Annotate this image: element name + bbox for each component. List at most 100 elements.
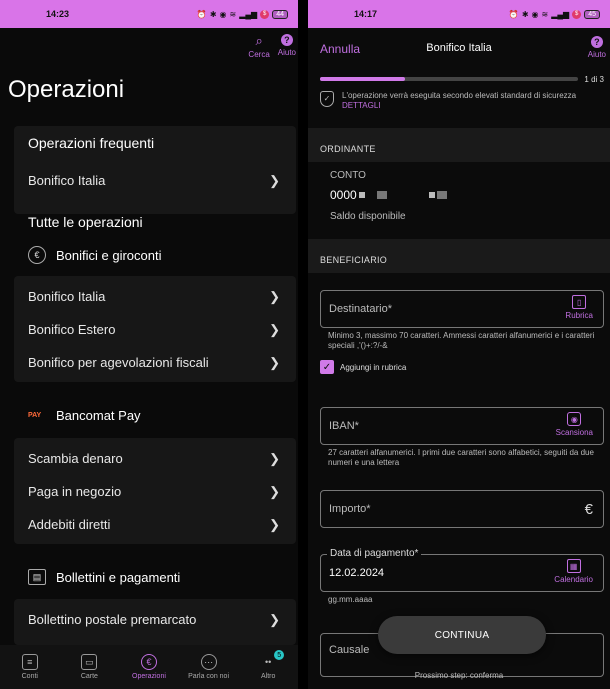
destinatario-field[interactable]: Destinatario* ▯ Rubrica	[320, 290, 604, 328]
record-icon: $	[260, 9, 270, 19]
signal-icon: ▂▄▆	[239, 9, 258, 19]
top-actions: ⌕ Cerca ? Aiuto	[248, 33, 296, 60]
chevron-right-icon: ❯	[269, 321, 280, 337]
bonifici-card: Bonifico Italia ❯ Bonifico Estero ❯ Boni…	[14, 276, 296, 382]
nav-conti[interactable]: ≡ Conti	[2, 654, 58, 680]
rubrica-checkbox-label: Aggiungi in rubrica	[340, 362, 407, 372]
saldo-label: Saldo disponibile	[330, 211, 406, 222]
redacted-block	[436, 191, 447, 199]
checkbox-checked[interactable]: ✓	[320, 360, 334, 374]
chevron-right-icon: ❯	[269, 516, 280, 532]
beneficiario-heading: BENEFICIARIO	[308, 239, 610, 273]
alarm-icon: ⏰	[196, 9, 207, 19]
list-item-label: Bollettino postale premarcato	[28, 612, 197, 627]
list-item-addebiti-diretti[interactable]: Addebiti diretti ❯	[14, 508, 296, 541]
bancomat-pay-card: Scambia denaro ❯ Paga in negozio ❯ Addeb…	[14, 438, 296, 544]
help-button[interactable]: ? Aiuto	[278, 34, 296, 59]
chevron-right-icon: ❯	[269, 354, 280, 370]
scan-button[interactable]: ◉ Scansiona	[556, 412, 593, 437]
wifi-icon: ≋	[229, 9, 237, 19]
group-bollettini: ▤ Bollettini e pagamenti	[28, 569, 180, 585]
help-label: Aiuto	[277, 48, 296, 57]
bluetooth-icon: ✱	[521, 9, 529, 19]
bollettini-card: Bollettino postale premarcato ❯	[14, 599, 296, 645]
battery-indicator: 44	[272, 9, 288, 19]
nav-parla-con-noi[interactable]: ⋯ Parla con noi	[181, 654, 237, 680]
help-icon: ?	[590, 36, 603, 48]
list-item-bonifico-agevolazioni[interactable]: Bonifico per agevolazioni fiscali ❯	[14, 346, 296, 379]
nav-operazioni[interactable]: € Operazioni	[121, 654, 177, 680]
frequent-heading: Operazioni frequenti	[28, 135, 155, 151]
euro-icon: €	[584, 501, 593, 518]
list-item-paga-negozio[interactable]: Paga in negozio ❯	[14, 475, 296, 508]
list-item-label: Bonifico per agevolazioni fiscali	[28, 355, 209, 370]
status-time: 14:17	[354, 9, 378, 19]
continue-button[interactable]: CONTINUA	[378, 616, 546, 654]
destinatario-hint: Minimo 3, massimo 70 caratteri. Ammessi …	[328, 331, 595, 350]
conto-number: 0000	[330, 188, 447, 202]
status-time: 14:23	[46, 9, 70, 19]
data-pagamento-value: 12.02.2024	[329, 567, 385, 579]
importo-field[interactable]: Importo* €	[320, 490, 604, 528]
nav-label: Carte	[80, 673, 98, 680]
nav-carte[interactable]: ▭ Carte	[61, 654, 117, 680]
euro-icon: €	[140, 654, 157, 670]
group-bancomat-pay: PAY Bancomat Pay	[28, 408, 141, 423]
data-pagamento-field[interactable]: Data di pagamento* 12.02.2024 ▦ Calendar…	[320, 548, 604, 592]
page-title: Operazioni	[8, 76, 125, 103]
search-button[interactable]: ⌕ Cerca	[248, 33, 269, 60]
list-item-label: Addebiti diretti	[28, 517, 111, 532]
causale-placeholder: Causale	[329, 644, 370, 656]
security-note: ✓ L'operazione verrà eseguita secondo el…	[320, 91, 602, 111]
shield-icon: ✓	[320, 91, 334, 107]
security-text: L'operazione verrà eseguita secondo elev…	[342, 91, 577, 100]
group-title: Bancomat Pay	[56, 408, 141, 423]
calendar-icon: ▦	[566, 559, 581, 573]
group-title: Bollettini e pagamenti	[56, 569, 181, 585]
rubrica-checkbox-row[interactable]: ✓ Aggiungi in rubrica	[320, 360, 406, 374]
bill-icon: ▤	[28, 569, 46, 585]
importo-placeholder: Importo*	[329, 503, 371, 515]
calendar-button[interactable]: ▦ Calendario	[554, 559, 593, 584]
money-bag-icon: €	[28, 246, 46, 264]
search-icon: ⌕	[255, 33, 263, 48]
page-title: Bonifico Italia	[426, 42, 492, 54]
battery-indicator: 45	[584, 9, 600, 19]
list-item-bonifico-italia[interactable]: Bonifico Italia ❯	[14, 280, 296, 313]
details-link[interactable]: DETTAGLI	[342, 101, 381, 110]
screen-divider	[298, 0, 308, 689]
bottom-navigation: ≡ Conti ▭ Carte € Operazioni ⋯ Parla con…	[0, 645, 298, 689]
list-item-frequent-bonifico-italia[interactable]: Bonifico Italia ❯	[14, 164, 296, 197]
list-item-bollettino-premarcato[interactable]: Bollettino postale premarcato ❯	[14, 603, 296, 636]
address-book-icon: ▯	[572, 295, 587, 309]
calendar-label: Calendario	[554, 575, 593, 584]
location-icon: ◉	[531, 9, 539, 19]
card-icon: ▭	[81, 654, 98, 670]
nav-label: Parla con noi	[188, 673, 229, 680]
location-icon: ◉	[219, 9, 227, 19]
progress-fill	[320, 77, 406, 81]
chevron-right-icon: ❯	[269, 288, 280, 304]
group-title: Bonifici e giroconti	[56, 247, 162, 263]
notification-badge: 5	[274, 650, 285, 660]
ordinante-heading: ORDINANTE	[308, 128, 610, 162]
list-item-scambia-denaro[interactable]: Scambia denaro ❯	[14, 442, 296, 475]
nav-label: Conti	[21, 673, 38, 680]
destinatario-placeholder: Destinatario*	[329, 303, 392, 315]
iban-hint: 27 caratteri alfanumerici. I primi due c…	[328, 448, 594, 467]
list-item-bonifico-estero[interactable]: Bonifico Estero ❯	[14, 313, 296, 346]
rubrica-button[interactable]: ▯ Rubrica	[565, 295, 593, 320]
help-icon: ?	[280, 34, 293, 46]
signal-icon: ▂▄▆	[551, 9, 570, 19]
nav-altro[interactable]: •• 5 Altro	[240, 650, 296, 680]
help-button[interactable]: ? Aiuto	[588, 36, 606, 59]
status-bar: 14:17 ⏰ ✱ ◉ ≋ ▂▄▆ $ 45	[308, 0, 610, 28]
camera-icon: ◉	[567, 412, 582, 426]
list-item-label: Bonifico Italia	[28, 289, 106, 304]
iban-field[interactable]: IBAN* ◉ Scansiona	[320, 407, 604, 445]
record-icon: $	[572, 9, 582, 19]
scan-label: Scansiona	[555, 428, 593, 437]
nav-label: Operazioni	[132, 673, 166, 680]
list-item-label: Bonifico Italia	[28, 173, 106, 188]
redacted-block	[376, 191, 387, 199]
